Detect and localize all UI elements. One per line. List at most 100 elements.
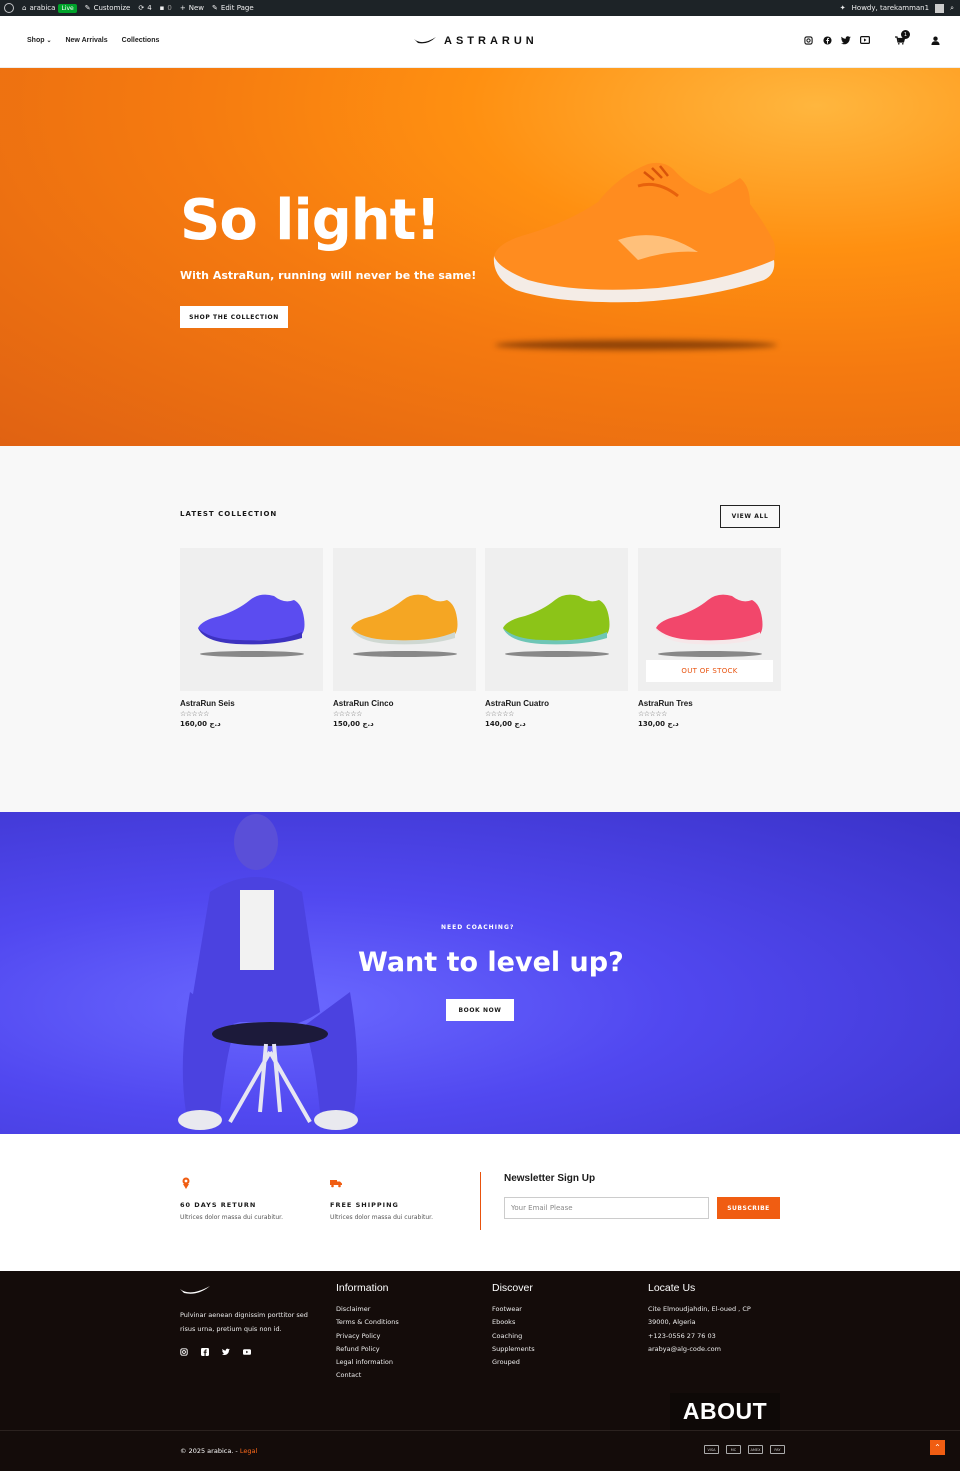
admin-new-link[interactable]: + New: [180, 0, 204, 16]
admin-bar: ⌂ arabica Live ✎ Customize ⟳ 4 ▪ 0 + New…: [0, 0, 960, 16]
footer-logo-icon[interactable]: [180, 1285, 212, 1297]
instagram-icon[interactable]: [180, 1348, 188, 1356]
product-image[interactable]: [485, 548, 628, 691]
footer-link[interactable]: Refund Policy: [336, 1343, 399, 1356]
admin-edit-page-link[interactable]: ✎ Edit Page: [212, 0, 254, 16]
footer-heading: Information: [336, 1282, 389, 1294]
newsletter-title: Newsletter Sign Up: [504, 1173, 596, 1184]
youtube-icon[interactable]: [243, 1348, 251, 1356]
updates-icon: ⟳: [138, 4, 145, 12]
footer-locate: Locate Us Cite Elmoudjahdin, El-oued , C…: [648, 1282, 751, 1356]
admin-site-link[interactable]: ⌂ arabica Live: [22, 0, 77, 16]
view-all-button[interactable]: VIEW ALL: [720, 505, 780, 528]
return-icon: [182, 1177, 190, 1189]
hero-banner: So light! With AstraRun, running will ne…: [0, 68, 960, 446]
footer-link[interactable]: Supplements: [492, 1343, 535, 1356]
admin-updates-link[interactable]: ⟳ 4: [138, 0, 151, 16]
legal-link[interactable]: Legal: [240, 1447, 257, 1455]
subscribe-button[interactable]: SUBSCRIBE: [717, 1197, 780, 1219]
product-card[interactable]: AstraRun Seis ☆☆☆☆☆ 160,00 د.ج: [180, 548, 323, 728]
search-icon[interactable]: ⌕: [950, 4, 954, 13]
wordpress-icon[interactable]: [4, 3, 14, 13]
product-image[interactable]: [180, 548, 323, 691]
footer-link[interactable]: Terms & Conditions: [336, 1316, 399, 1329]
twitter-icon[interactable]: [222, 1348, 230, 1356]
product-image[interactable]: [333, 548, 476, 691]
product-name[interactable]: AstraRun Tres: [638, 699, 781, 708]
nav-item-new-arrivals[interactable]: New Arrivals: [65, 37, 107, 44]
footer-information: Information Disclaimer Terms & Condition…: [336, 1282, 399, 1383]
nav-item-shop[interactable]: Shop ⌄: [27, 37, 51, 44]
section-title: LATEST COLLECTION: [180, 510, 278, 518]
book-now-button[interactable]: BOOK NOW: [446, 999, 514, 1021]
account-icon[interactable]: [930, 35, 940, 45]
copyright: © 2025 arabica. - Legal: [180, 1447, 257, 1455]
twitter-icon[interactable]: [841, 35, 851, 45]
comments-count: 0: [167, 4, 172, 12]
nav-item-collections[interactable]: Collections: [122, 37, 160, 44]
product-name[interactable]: AstraRun Cuatro: [485, 699, 628, 708]
product-shoe: [503, 594, 610, 657]
footer-link[interactable]: Disclaimer: [336, 1303, 399, 1316]
product-card[interactable]: AstraRun Cuatro ☆☆☆☆☆ 140,00 د.ج: [485, 548, 628, 728]
about-block: ABOUT: [670, 1393, 780, 1430]
live-badge: Live: [58, 3, 77, 13]
facebook-icon[interactable]: [822, 35, 832, 45]
footer-link[interactable]: Privacy Policy: [336, 1330, 399, 1343]
product-card[interactable]: OUT OF STOCK AstraRun Tres ☆☆☆☆☆ 130,00 …: [638, 548, 781, 728]
back-to-top-button[interactable]: ⌃: [930, 1440, 945, 1455]
home-icon: ⌂: [22, 4, 27, 12]
product-card[interactable]: AstraRun Cinco ☆☆☆☆☆ 150,00 د.ج: [333, 548, 476, 728]
footer-link[interactable]: Grouped: [492, 1356, 535, 1369]
pencil-icon: ✎: [212, 4, 218, 12]
feature-text: Ultrices dolor massa dui curabitur.: [330, 1214, 434, 1221]
admin-customize-link[interactable]: ✎ Customize: [85, 0, 131, 16]
site-name: arabica: [29, 4, 56, 12]
footer-divider: [0, 1430, 960, 1431]
coaching-banner: NEED COACHING? Want to level up? BOOK NO…: [0, 812, 960, 1134]
logo-text: ASTRARUN: [444, 35, 538, 47]
product-price: 130,00 د.ج: [638, 720, 679, 728]
admin-comments-link[interactable]: ▪ 0: [160, 0, 172, 16]
phone-number[interactable]: +123-0556 27 76 03: [648, 1330, 751, 1343]
product-price: 150,00 د.ج: [333, 720, 374, 728]
sparkle-icon[interactable]: ✦: [840, 4, 846, 12]
footer-link[interactable]: Ebooks: [492, 1316, 535, 1329]
brush-icon: ✎: [84, 4, 91, 12]
chevron-up-icon: ⌃: [934, 1443, 941, 1452]
facebook-icon[interactable]: [201, 1348, 209, 1356]
header-icons: 1: [803, 30, 940, 45]
product-image[interactable]: OUT OF STOCK: [638, 548, 781, 691]
features-section: 60 DAYS RETURN Ultrices dolor massa dui …: [0, 1134, 960, 1271]
product-shoe: [198, 594, 305, 657]
rating-stars: ☆☆☆☆☆: [485, 710, 514, 718]
site-footer: Pulvinar aenean dignissim porttitor sed …: [0, 1271, 960, 1471]
cart-icon[interactable]: 1: [895, 30, 910, 45]
feature-title: 60 DAYS RETURN: [180, 1201, 257, 1209]
footer-link[interactable]: Contact: [336, 1369, 399, 1382]
coaching-title: Want to level up?: [358, 947, 624, 978]
site-logo[interactable]: ASTRARUN: [414, 35, 538, 47]
applepay-icon: PAY: [770, 1445, 785, 1454]
footer-link[interactable]: Footwear: [492, 1303, 535, 1316]
newsletter-email-input[interactable]: Your Email Please: [504, 1197, 709, 1219]
rating-stars: ☆☆☆☆☆: [180, 710, 209, 718]
product-name[interactable]: AstraRun Seis: [180, 699, 323, 708]
rating-stars: ☆☆☆☆☆: [638, 710, 667, 718]
payment-icons: VISA MC AMEX PAY: [704, 1445, 785, 1454]
footer-link[interactable]: Coaching: [492, 1330, 535, 1343]
hero-subtitle: With AstraRun, running will never be the…: [180, 269, 477, 282]
email-link[interactable]: arabya@alg-code.com: [648, 1343, 751, 1356]
product-name[interactable]: AstraRun Cinco: [333, 699, 476, 708]
youtube-icon[interactable]: [860, 35, 870, 45]
footer-discover: Discover Footwear Ebooks Coaching Supple…: [492, 1282, 535, 1369]
footer-heading: Locate Us: [648, 1282, 696, 1294]
howdy-user[interactable]: Howdy, tarekamman1: [852, 4, 929, 12]
shop-collection-button[interactable]: SHOP THE COLLECTION: [180, 306, 288, 328]
footer-link[interactable]: Legal information: [336, 1356, 399, 1369]
instagram-icon[interactable]: [803, 35, 813, 45]
footer-about: Pulvinar aenean dignissim porttitor sed …: [180, 1282, 315, 1356]
hero-title: So light!: [180, 188, 441, 253]
avatar[interactable]: [935, 3, 945, 13]
truck-icon: [330, 1180, 342, 1188]
